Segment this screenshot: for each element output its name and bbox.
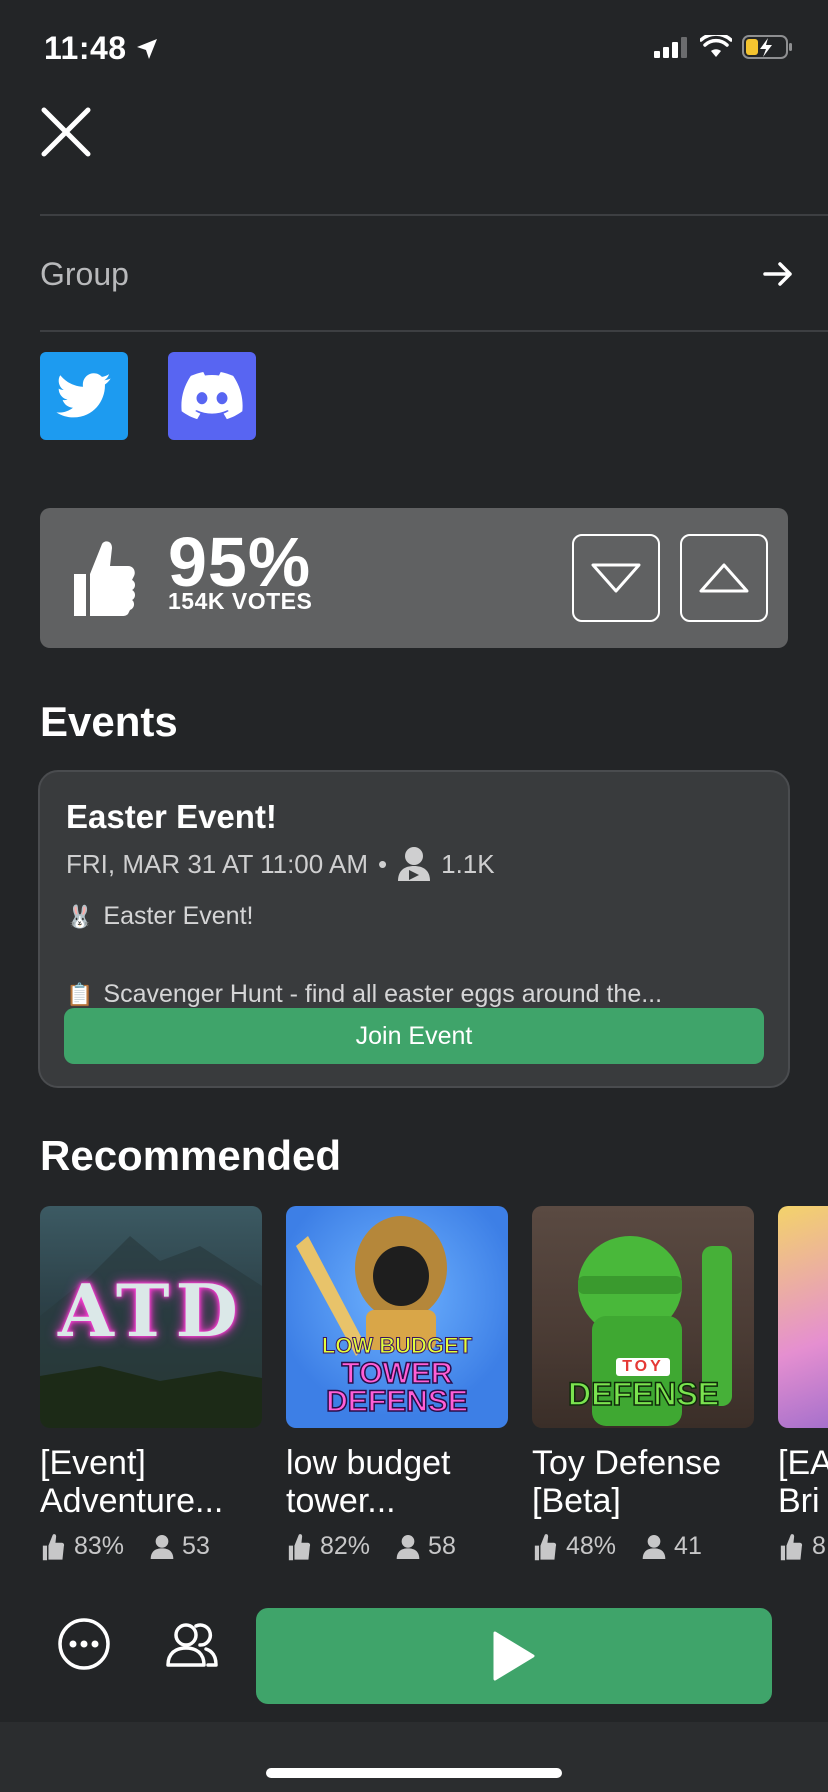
event-line-2-text: Scavenger Hunt - find all easter eggs ar… <box>103 980 663 1008</box>
play-icon <box>493 1631 535 1681</box>
battery-charging-icon <box>742 35 792 59</box>
twitter-icon <box>56 373 111 418</box>
game-rating: 83% <box>74 1532 125 1560</box>
join-event-button[interactable]: Join Event <box>64 1008 764 1064</box>
rabbit-icon: 🐰 <box>66 903 94 929</box>
game-thumbnail: LOW BUDGET TOWER DEFENSE <box>286 1206 508 1428</box>
event-line-1-text: Easter Event! <box>103 902 254 930</box>
game-stats: 82% 58 <box>286 1532 508 1561</box>
more-options-button[interactable] <box>54 1614 114 1674</box>
more-dots-icon <box>58 1618 110 1670</box>
close-icon <box>41 107 91 157</box>
triangle-up-icon <box>699 563 749 593</box>
group-row[interactable]: Group <box>40 244 794 304</box>
upvote-button[interactable] <box>680 534 768 622</box>
game-rating: 82% <box>320 1532 371 1560</box>
bottom-action-bar <box>0 1588 828 1722</box>
game-thumbnail: ATD <box>40 1206 262 1428</box>
discord-icon <box>181 372 243 420</box>
home-indicator[interactable] <box>266 1768 562 1778</box>
location-arrow-icon <box>136 38 157 59</box>
meta-separator: • <box>378 848 388 879</box>
person-icon <box>398 847 431 881</box>
arrow-right-icon <box>763 262 792 286</box>
game-stats: 48% 41 <box>532 1532 754 1561</box>
event-attendees: 1.1K <box>441 848 495 879</box>
event-title: Easter Event! <box>66 798 277 835</box>
home-indicator-area <box>0 1722 828 1792</box>
events-heading: Events <box>40 698 178 745</box>
downvote-button[interactable] <box>572 534 660 622</box>
atd-logo-text: ATD <box>58 1268 244 1353</box>
recommended-game-card[interactable]: TOY DEFENSE Toy Defense [Beta] 48% 41 <box>532 1206 754 1561</box>
discord-button[interactable] <box>168 352 256 440</box>
logo-line-1: LOW BUDGET <box>321 1333 473 1359</box>
game-players: 53 <box>182 1532 210 1560</box>
event-meta: FRI, MAR 31 AT 11:00 AM • 1.1K <box>66 846 495 882</box>
friends-icon <box>166 1623 218 1667</box>
event-line-1: 🐰 Easter Event! <box>66 902 253 931</box>
close-button[interactable] <box>40 106 92 158</box>
game-name-line2: Adventure... <box>40 1482 224 1520</box>
logo-line-3: DEFENSE <box>325 1385 468 1418</box>
vote-count: 154K VOTES <box>168 588 313 614</box>
game-rating: 8 <box>812 1532 826 1560</box>
event-line-2: 📋 Scavenger Hunt - find all easter eggs … <box>66 980 662 1009</box>
toy-defense-logo: TOY DEFENSE <box>567 1358 720 1413</box>
thumbs-up-icon <box>288 1533 311 1560</box>
game-stats: 83% 53 <box>40 1532 262 1561</box>
status-indicators <box>654 34 794 60</box>
event-card[interactable]: Easter Event! FRI, MAR 31 AT 11:00 AM • … <box>38 770 790 1088</box>
divider-bottom <box>40 330 828 332</box>
game-name-line1: [Event] <box>40 1444 146 1482</box>
vote-panel: 95% 154K VOTES <box>40 508 788 648</box>
thumbs-up-icon <box>74 541 135 616</box>
status-time-text: 11:48 <box>44 30 127 66</box>
game-name-line1: Toy Defense <box>532 1444 721 1482</box>
game-players: 58 <box>428 1532 456 1560</box>
wifi-icon <box>700 35 732 57</box>
game-name-line1: low budget <box>286 1444 451 1482</box>
game-thumbnail <box>778 1206 828 1428</box>
group-label: Group <box>40 255 129 292</box>
game-thumbnail: TOY DEFENSE <box>532 1206 754 1428</box>
game-name-line2: [Beta] <box>532 1482 621 1520</box>
recommended-game-card-partial[interactable]: [EA Bri 8 <box>778 1206 828 1586</box>
game-name-line2: Bri <box>778 1482 820 1520</box>
event-date: FRI, MAR 31 AT 11:00 AM <box>66 848 369 879</box>
triangle-down-icon <box>591 563 641 593</box>
tower-defense-logo: LOW BUDGET TOWER DEFENSE <box>316 1332 478 1418</box>
play-button[interactable] <box>256 1608 772 1704</box>
game-players: 41 <box>674 1532 702 1560</box>
person-icon <box>396 1534 420 1559</box>
game-rating: 48% <box>566 1532 617 1560</box>
recommended-game-card[interactable]: LOW BUDGET TOWER DEFENSE low budget towe… <box>286 1206 508 1561</box>
logo-line-2: TOWER <box>341 1357 454 1390</box>
play-with-friends-button[interactable] <box>162 1614 222 1674</box>
clipboard-icon: 📋 <box>66 981 94 1007</box>
twitter-button[interactable] <box>40 352 128 440</box>
recommended-heading: Recommended <box>40 1132 342 1179</box>
thumbs-up-icon <box>780 1533 803 1560</box>
recommended-game-card[interactable]: ATD [Event] Adventure... 83% 53 <box>40 1206 262 1561</box>
game-stats: 8 <box>778 1532 828 1561</box>
logo-line-1: TOY <box>616 1358 670 1376</box>
game-name-line2: tower... <box>286 1482 396 1520</box>
person-icon <box>642 1534 666 1559</box>
thumbs-up-icon <box>42 1533 65 1560</box>
divider-top <box>40 214 828 216</box>
person-icon <box>150 1534 174 1559</box>
status-time: 11:48 <box>44 30 159 67</box>
cellular-signal-icon <box>654 37 687 58</box>
logo-line-2: DEFENSE <box>567 1375 720 1413</box>
thumbs-up-icon <box>534 1533 557 1560</box>
game-name-line1: [EA <box>778 1444 828 1482</box>
